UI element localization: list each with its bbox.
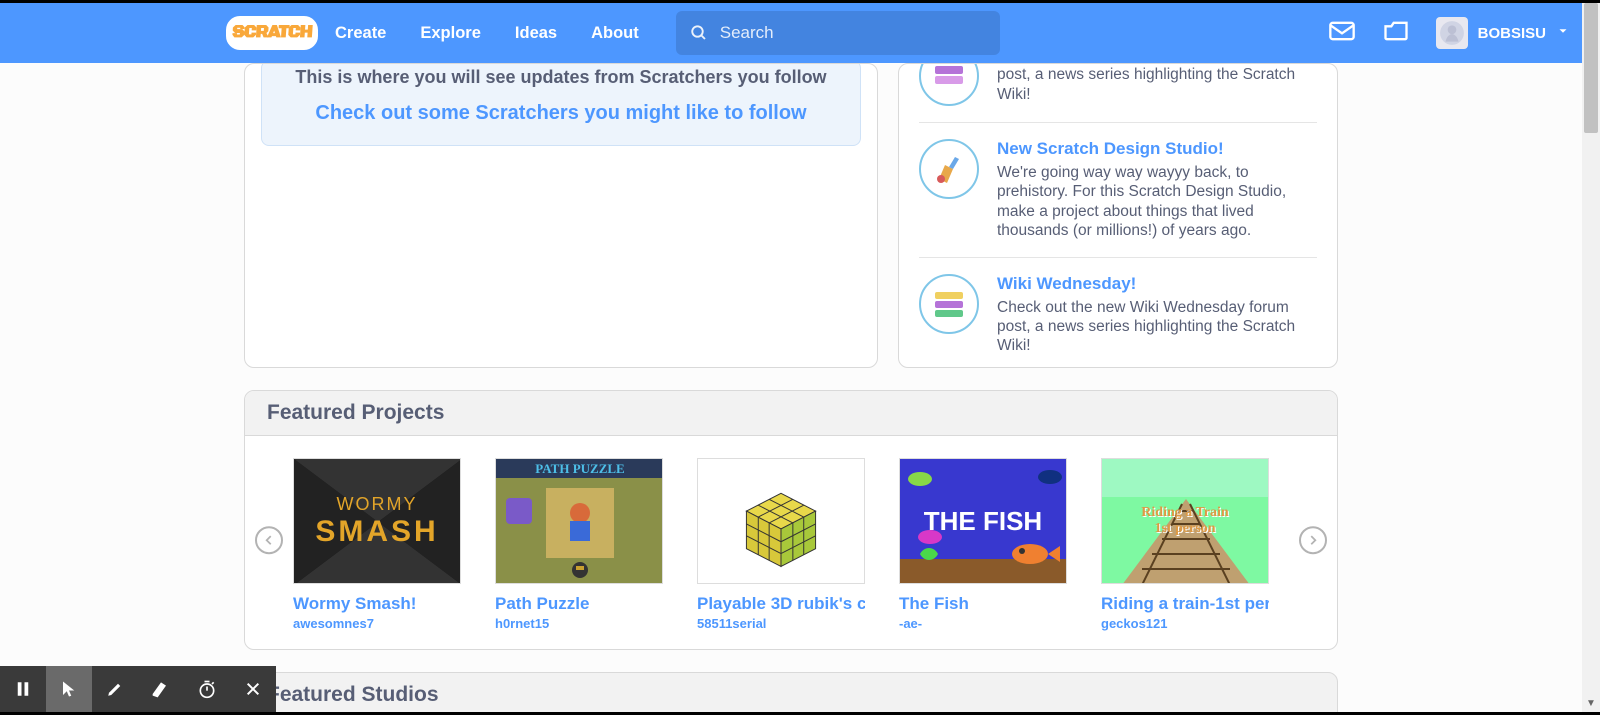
highlighter-button[interactable]	[138, 666, 184, 712]
nav-about[interactable]: About	[574, 3, 656, 63]
vertical-scrollbar[interactable]: ▲ ▼	[1582, 3, 1600, 712]
project-author-link[interactable]: -ae-	[899, 616, 1067, 631]
project-title-link[interactable]: Riding a train-1st person	[1101, 594, 1269, 614]
carousel-next-button[interactable]	[1299, 526, 1327, 554]
search-icon	[690, 23, 708, 43]
scroll-down-icon[interactable]: ▼	[1582, 694, 1600, 712]
close-button[interactable]	[230, 666, 276, 712]
project-author-link[interactable]: geckos121	[1101, 616, 1269, 631]
chevron-down-icon	[1556, 24, 1570, 43]
scratch-news-box: Check out the new Wiki Wednesday forum p…	[898, 63, 1338, 368]
project-title-link[interactable]: Wormy Smash!	[293, 594, 461, 614]
project-card: PATH PUZZLE Path Puzzle h0rnet15	[495, 458, 663, 631]
featured-studios-header: Featured Studios	[244, 672, 1338, 712]
stopwatch-button[interactable]	[184, 666, 230, 712]
messages-icon[interactable]	[1328, 17, 1356, 50]
project-title-link[interactable]: The Fish	[899, 594, 1067, 614]
follow-heading: This is where you will see updates from …	[272, 67, 850, 88]
news-item: Wiki Wednesday! Check out the new Wiki W…	[919, 257, 1317, 369]
news-stack-icon	[919, 63, 979, 106]
project-title-link[interactable]: Playable 3D rubik's cube	[697, 594, 865, 614]
carousel-prev-button[interactable]	[255, 526, 283, 554]
page-content: This is where you will see updates from …	[0, 63, 1582, 712]
project-title-link[interactable]: Path Puzzle	[495, 594, 663, 614]
paint-brush-icon	[919, 139, 979, 199]
news-item: New Scratch Design Studio! We're going w…	[919, 122, 1317, 257]
news-text: We're going way way wayyy back, to prehi…	[997, 163, 1317, 241]
navbar: SCRATCH Create Explore Ideas About BOBSI…	[0, 3, 1600, 63]
news-text: Check out the new Wiki Wednesday forum p…	[997, 298, 1317, 356]
svg-text:PATH PUZZLE: PATH PUZZLE	[535, 461, 624, 476]
project-thumb[interactable]: Riding a Train 1st person	[1101, 458, 1269, 584]
logo-text: SCRATCH	[231, 22, 312, 44]
project-card: THE FISH The Fish -ae-	[899, 458, 1067, 631]
project-author-link[interactable]: h0rnet15	[495, 616, 663, 631]
project-thumb[interactable]: WORMY SMASH	[293, 458, 461, 584]
mystuff-icon[interactable]	[1382, 17, 1410, 50]
cursor-button[interactable]	[46, 666, 92, 712]
follow-panel: This is where you will see updates from …	[261, 63, 861, 146]
nav-ideas[interactable]: Ideas	[498, 3, 574, 63]
project-thumb[interactable]: PATH PUZZLE	[495, 458, 663, 584]
project-card: Riding a Train 1st person Riding a train…	[1101, 458, 1269, 631]
avatar	[1436, 17, 1468, 49]
nav-create[interactable]: Create	[318, 3, 403, 63]
news-stack-icon	[919, 274, 979, 334]
featured-carousel: WORMY SMASH Wormy Smash! awesomnes7 PATH…	[245, 436, 1337, 649]
project-author-link[interactable]: 58511serial	[697, 616, 865, 631]
follow-suggestion-link[interactable]: Check out some Scratchers you might like…	[272, 102, 850, 125]
user-menu[interactable]: BOBSISU	[1436, 17, 1570, 49]
search-input[interactable]	[720, 23, 986, 43]
project-thumb[interactable]: THE FISH	[899, 458, 1067, 584]
pencil-button[interactable]	[92, 666, 138, 712]
news-title-link[interactable]: Wiki Wednesday!	[997, 274, 1317, 294]
section-title: Featured Projects	[267, 401, 1315, 425]
project-thumb[interactable]	[697, 458, 865, 584]
scroll-thumb[interactable]	[1584, 3, 1598, 133]
project-card: WORMY SMASH Wormy Smash! awesomnes7	[293, 458, 461, 631]
search-box[interactable]	[676, 11, 1000, 55]
featured-projects-section: Featured Projects WORMY SMASH Wormy Smas…	[244, 390, 1338, 650]
section-title: Featured Studios	[267, 683, 1315, 707]
news-item: Check out the new Wiki Wednesday forum p…	[919, 63, 1317, 122]
pause-button[interactable]	[0, 666, 46, 712]
news-title-link[interactable]: New Scratch Design Studio!	[997, 139, 1317, 159]
news-text: Check out the new Wiki Wednesday forum p…	[997, 63, 1317, 104]
scratch-logo[interactable]: SCRATCH	[226, 16, 318, 50]
project-author-link[interactable]: awesomnes7	[293, 616, 461, 631]
recording-toolbar	[0, 666, 276, 712]
section-header: Featured Projects	[245, 391, 1337, 436]
whats-happening-box: This is where you will see updates from …	[244, 63, 878, 368]
project-card: Playable 3D rubik's cube 58511serial	[697, 458, 865, 631]
username: BOBSISU	[1478, 25, 1546, 42]
nav-explore[interactable]: Explore	[403, 3, 498, 63]
